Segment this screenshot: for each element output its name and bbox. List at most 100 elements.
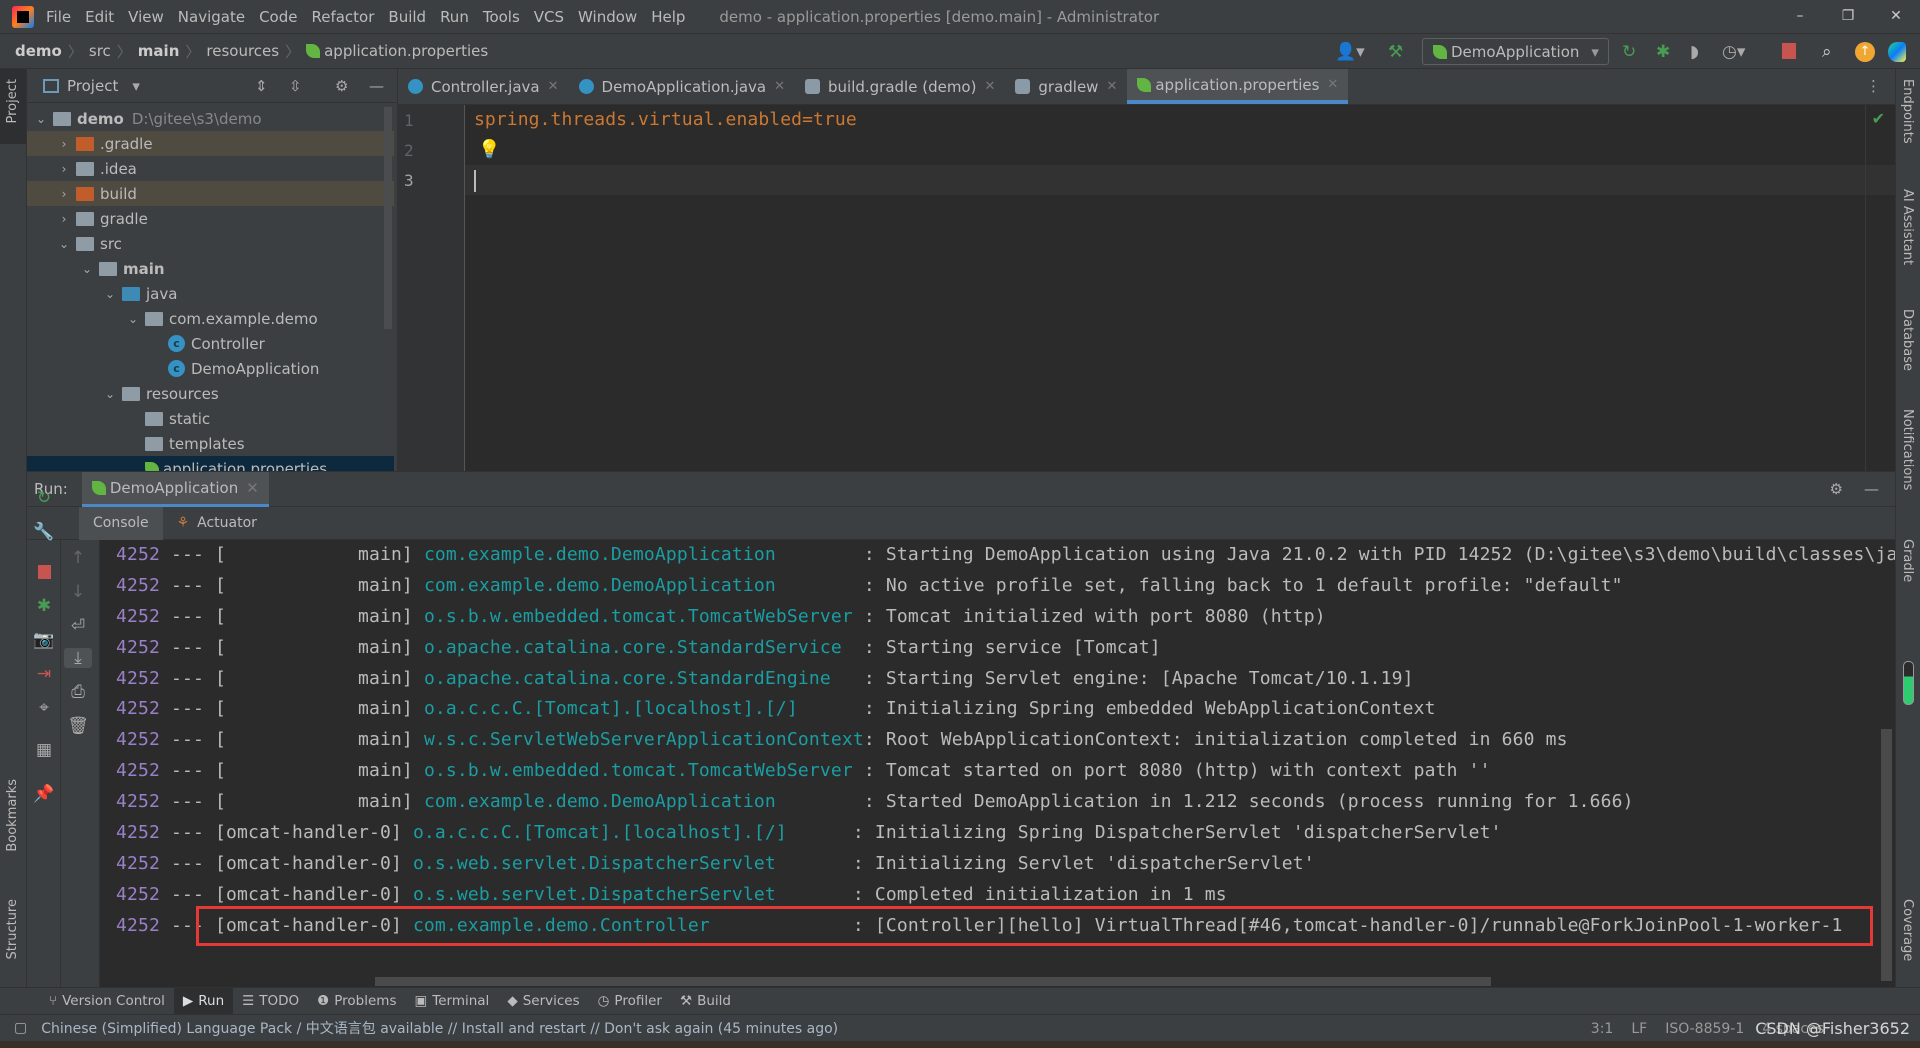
chevron-down-icon[interactable]: ⌄ <box>56 237 72 251</box>
tree-item-static[interactable]: static <box>27 406 394 431</box>
lightbulb-icon[interactable]: 💡 <box>478 139 500 160</box>
breadcrumb-resources[interactable]: resources <box>206 42 279 60</box>
menu-help[interactable]: Help <box>651 8 685 26</box>
menu-view[interactable]: View <box>128 8 164 26</box>
wrench-icon[interactable]: 🔧 <box>27 522 61 542</box>
chevron-down-icon[interactable]: ⌄ <box>79 262 95 276</box>
pin-icon[interactable]: 📌 <box>27 784 61 804</box>
chevron-down-icon[interactable]: ⌄ <box>125 312 141 326</box>
soft-wrap-icon[interactable]: ⏎ <box>61 616 95 636</box>
tool-problems[interactable]: ❶ Problems <box>308 988 405 1015</box>
horizontal-scrollbar[interactable] <box>375 977 1491 986</box>
close-tab-icon[interactable]: ✕ <box>246 479 259 497</box>
scroll-to-end-icon[interactable]: ⤓ <box>64 648 92 668</box>
tree-item-java[interactable]: ⌄ java <box>27 281 394 306</box>
line-separator[interactable]: LF <box>1631 1021 1647 1037</box>
tree-item-gradle[interactable]: › gradle <box>27 206 394 231</box>
tool-run[interactable]: ▶ Run <box>173 987 234 1015</box>
endpoints-tool-button[interactable]: Endpoints <box>1900 79 1915 144</box>
bookmarks-tool-button[interactable]: Bookmarks <box>5 779 20 852</box>
tree-item-src[interactable]: ⌄ src <box>27 231 394 256</box>
exit-icon[interactable]: ⇥ <box>27 664 61 684</box>
tree-item-application-properties[interactable]: application.properties <box>27 456 394 471</box>
chevron-down-icon[interactable]: ⌄ <box>33 112 49 126</box>
menu-vcs[interactable]: VCS <box>534 8 564 26</box>
tab-actuator[interactable]: ⚘ Actuator <box>163 507 271 540</box>
tab-gradlew[interactable]: gradlew ✕ <box>1005 69 1127 104</box>
tree-item-build[interactable]: › build <box>27 181 394 206</box>
gear-icon[interactable]: ⚙ <box>335 77 348 95</box>
vertical-scrollbar[interactable] <box>1881 729 1892 981</box>
tab-application-properties[interactable]: application.properties ✕ <box>1127 69 1349 104</box>
camera-icon[interactable]: 📷 <box>27 630 61 650</box>
tab-demoapplication-java[interactable]: DemoApplication.java ✕ <box>569 69 795 104</box>
notifications-tool-button[interactable]: Notifications <box>1900 409 1915 490</box>
minimize-button[interactable]: – <box>1776 0 1824 33</box>
tool-profiler[interactable]: ◷ Profiler <box>589 988 671 1015</box>
close-tab-icon[interactable]: ✕ <box>984 79 995 94</box>
database-tool-button[interactable]: Database <box>1900 309 1915 371</box>
rerun-icon[interactable]: ↻ <box>1622 42 1636 62</box>
close-button[interactable]: ✕ <box>1872 0 1920 33</box>
breadcrumb-main[interactable]: main <box>138 42 180 60</box>
project-view-selector[interactable]: Project <box>67 77 118 95</box>
restore-button[interactable]: ❐ <box>1824 0 1872 33</box>
down-arrow-icon[interactable]: ↓ <box>61 582 95 602</box>
tool-version-control[interactable]: ⑂ Version Control <box>40 988 174 1015</box>
gear-icon[interactable]: ⚙ <box>1830 480 1843 498</box>
expand-all-icon[interactable]: ⇕ <box>255 77 268 95</box>
tree-item--gradle[interactable]: › .gradle <box>27 131 394 156</box>
notification-icon[interactable]: ▢ <box>14 1020 27 1036</box>
breadcrumb-file[interactable]: application.properties <box>324 42 488 60</box>
close-tab-icon[interactable]: ✕ <box>774 79 785 94</box>
menu-run[interactable]: Run <box>440 8 469 26</box>
profiler-icon[interactable]: ◷▾ <box>1722 42 1745 62</box>
stop-icon[interactable] <box>37 565 51 579</box>
debug-icon[interactable]: ✱ <box>27 596 61 616</box>
tree-item-resources[interactable]: ⌄ resources <box>27 381 394 406</box>
more-tabs-icon[interactable]: ⋮ <box>1866 77 1881 95</box>
tree-item-com-example-demo[interactable]: ⌄ com.example.demo <box>27 306 394 331</box>
tool-todo[interactable]: ☰ TODO <box>233 988 308 1015</box>
search-icon[interactable]: ⌕ <box>1822 42 1832 62</box>
status-message[interactable]: Chinese (Simplified) Language Pack / 中文语… <box>41 1018 838 1038</box>
menu-window[interactable]: Window <box>578 8 637 26</box>
gradle-tool-button[interactable]: Gradle <box>1900 539 1915 582</box>
breadcrumb-src[interactable]: src <box>89 42 111 60</box>
menu-build[interactable]: Build <box>388 8 426 26</box>
tree-item-main[interactable]: ⌄ main <box>27 256 394 281</box>
tool-build[interactable]: ⚒ Build <box>671 988 740 1015</box>
chevron-right-icon[interactable]: › <box>56 212 72 226</box>
toolbox-icon[interactable] <box>1888 42 1906 62</box>
build-hammer-icon[interactable]: ⚒ <box>1388 42 1403 62</box>
tree-item-controller[interactable]: c Controller <box>27 331 394 356</box>
file-encoding[interactable]: ISO-8859-1 <box>1665 1021 1744 1037</box>
project-scrollbar[interactable] <box>384 107 392 329</box>
run-with-coverage-icon[interactable]: ◗ <box>1690 42 1699 62</box>
chevron-right-icon[interactable]: › <box>56 162 72 176</box>
pointer-icon[interactable]: ⌖ <box>27 698 61 718</box>
rerun-icon[interactable]: ↻ <box>27 488 61 508</box>
up-arrow-icon[interactable]: ↑ <box>61 548 95 568</box>
menu-navigate[interactable]: Navigate <box>178 8 245 26</box>
close-tab-icon[interactable]: ✕ <box>1106 79 1117 94</box>
update-icon[interactable]: ↑ <box>1855 42 1875 62</box>
trash-icon[interactable]: 🗑 <box>61 716 95 736</box>
code-line-1[interactable]: spring.threads.virtual.enabled=true <box>474 109 857 130</box>
tab-console[interactable]: Console <box>79 506 163 540</box>
tool-terminal[interactable]: ▣ Terminal <box>405 988 498 1015</box>
tool-services[interactable]: ◆ Services <box>498 988 588 1015</box>
chevron-down-icon[interactable]: ⌄ <box>102 387 118 401</box>
run-configuration-dropdown[interactable]: DemoApplication ▾ <box>1422 38 1609 65</box>
structure-tool-button[interactable]: Structure <box>5 899 20 959</box>
vcs-users-icon[interactable]: 👤▾ <box>1335 42 1365 62</box>
breadcrumb-demo[interactable]: demo <box>15 42 62 60</box>
chevron-down-icon[interactable]: ▾ <box>132 77 140 95</box>
menu-tools[interactable]: Tools <box>483 8 520 26</box>
close-tab-icon[interactable]: ✕ <box>1327 77 1338 92</box>
coverage-tool-button[interactable]: Coverage <box>1900 899 1915 961</box>
tree-item-demo[interactable]: ⌄ demo D:\gitee\s3\demo <box>27 106 394 131</box>
run-tab-demoapplication[interactable]: DemoApplication ✕ <box>81 471 269 507</box>
chevron-right-icon[interactable]: › <box>56 187 72 201</box>
print-icon[interactable]: ⎙ <box>61 682 95 702</box>
